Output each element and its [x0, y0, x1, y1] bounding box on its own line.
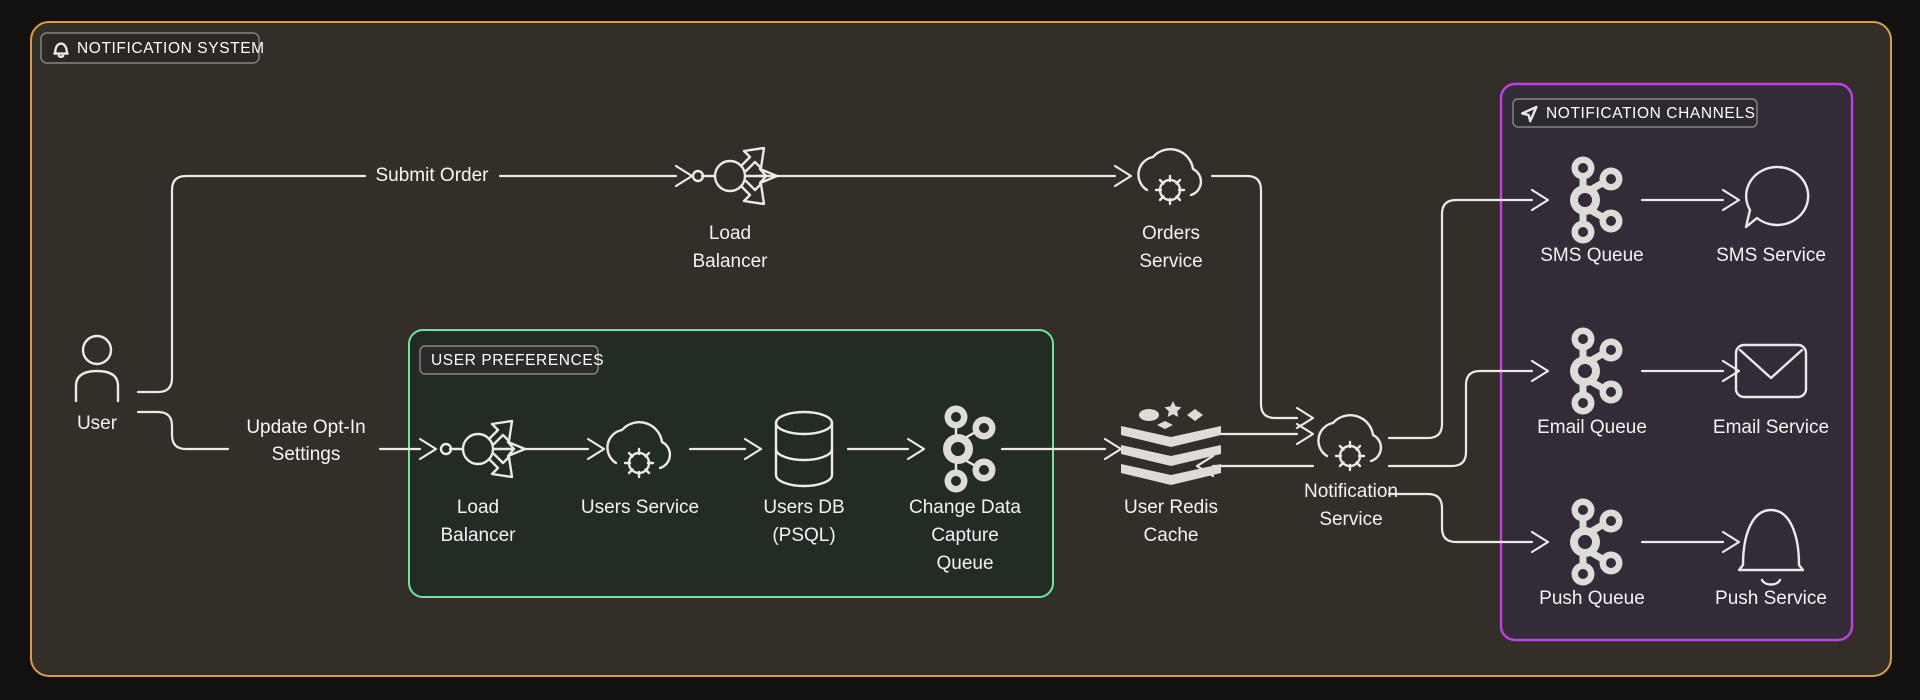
node-notification-service-label-2: Service [1319, 509, 1382, 530]
node-cdc-queue-label-2: Capture [931, 525, 999, 546]
architecture-diagram: NOTIFICATION SYSTEM USER PREFERENCES NOT… [30, 21, 1892, 677]
notification-channels-title: NOTIFICATION CHANNELS [1546, 105, 1756, 122]
node-load-balancer-top-label-2: Balancer [693, 251, 769, 272]
edge-label-submit-order: Submit Order [376, 165, 490, 186]
node-email-service-label: Email Service [1713, 417, 1829, 438]
node-user-label: User [77, 413, 118, 434]
node-email-queue-label: Email Queue [1537, 417, 1647, 438]
node-users-db-label-2: (PSQL) [772, 525, 835, 546]
node-user-redis-cache-label-2: Cache [1144, 525, 1199, 546]
node-orders-service-label-2: Service [1139, 251, 1202, 272]
node-notification-service-label-1: Notification [1304, 481, 1398, 502]
node-push-queue-label: Push Queue [1539, 588, 1645, 609]
node-users-db-label-1: Users DB [763, 497, 844, 518]
node-sms-queue-label: SMS Queue [1540, 245, 1644, 266]
node-load-balancer-bottom-label-1: Load [457, 497, 499, 518]
edge-label-update-opt-in-2: Settings [272, 444, 341, 465]
node-cdc-queue-label-3: Queue [936, 553, 993, 574]
diagram-canvas: NOTIFICATION SYSTEM USER PREFERENCES NOT… [0, 0, 1920, 700]
node-user-redis-cache-label-1: User Redis [1124, 497, 1218, 518]
user-preferences-title: USER PREFERENCES [431, 352, 604, 369]
node-load-balancer-bottom-label-2: Balancer [441, 525, 517, 546]
edge-label-update-opt-in-1: Update Opt-In [246, 417, 365, 438]
node-cdc-queue-label-1: Change Data [909, 497, 1021, 518]
node-sms-service-label: SMS Service [1716, 245, 1826, 266]
notification-system-title: NOTIFICATION SYSTEM [77, 40, 265, 57]
node-push-service-label: Push Service [1715, 588, 1827, 609]
node-load-balancer-top-label-1: Load [709, 223, 751, 244]
node-orders-service-label-1: Orders [1142, 223, 1200, 244]
node-users-service-label: Users Service [581, 497, 699, 518]
